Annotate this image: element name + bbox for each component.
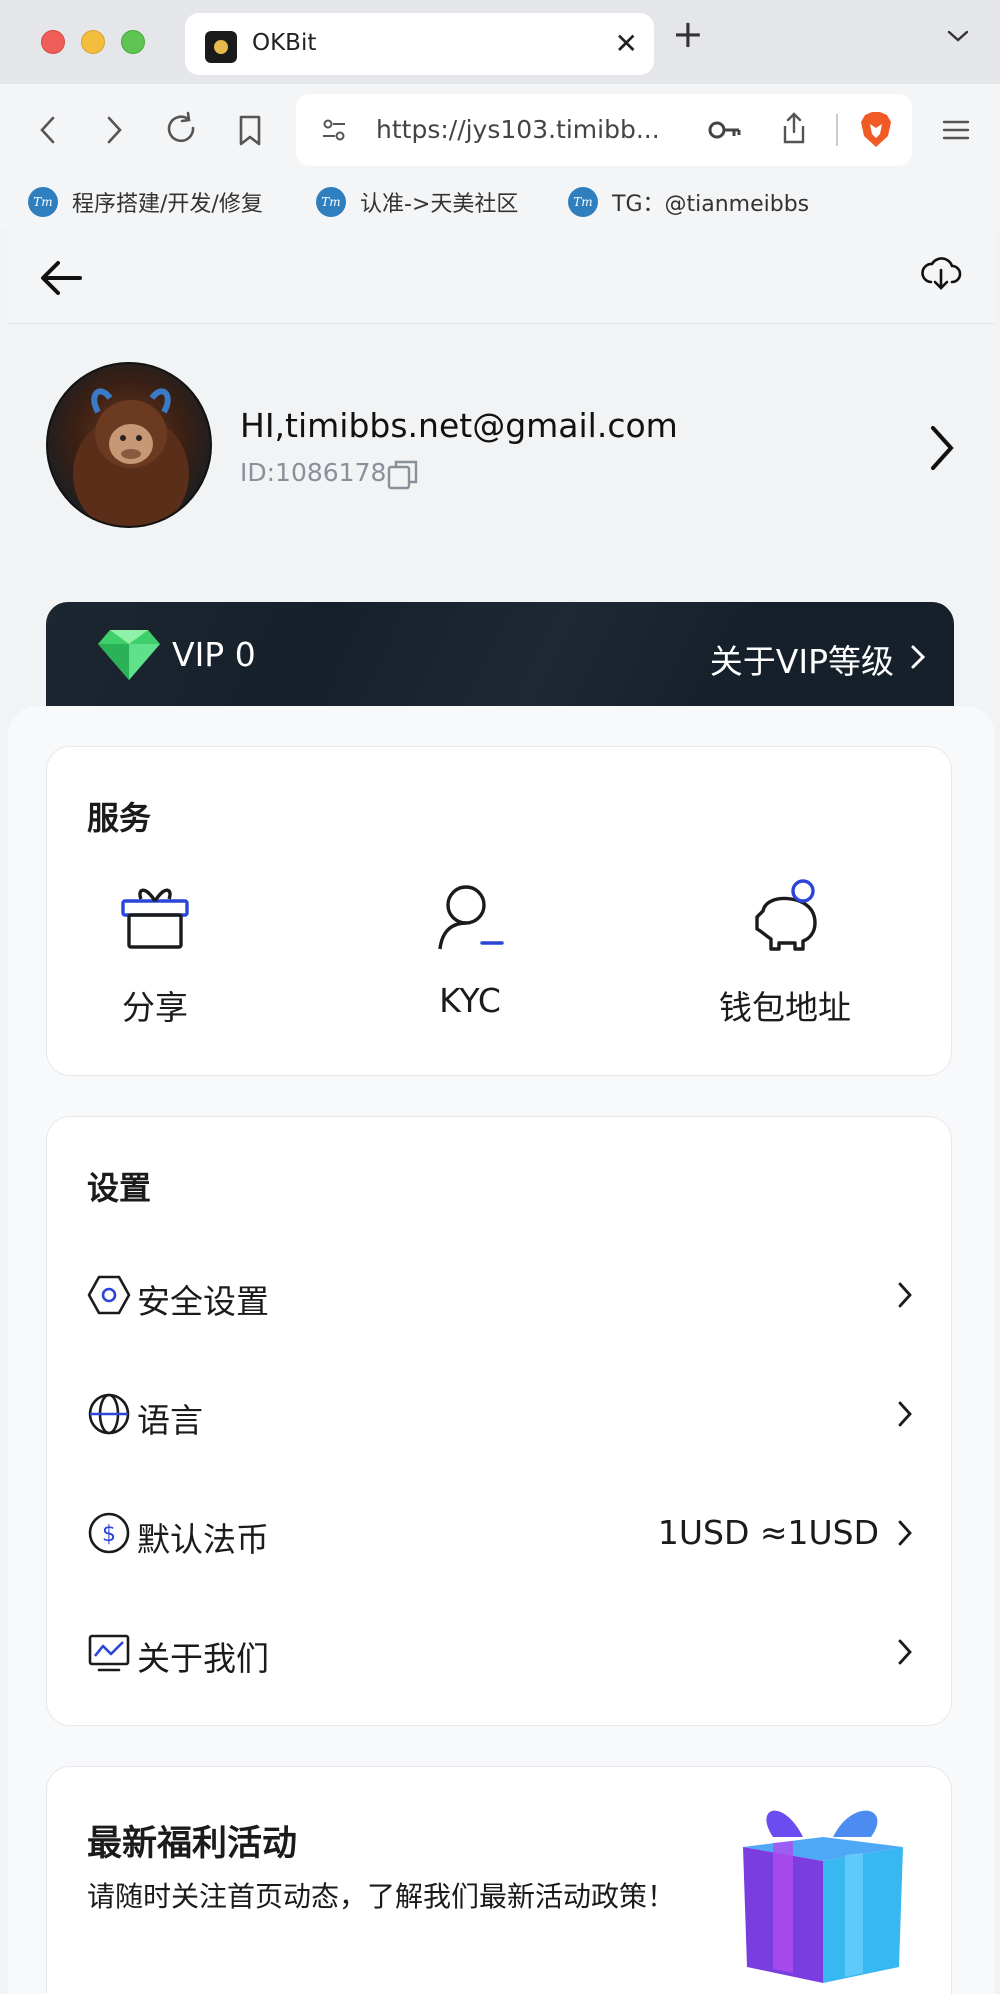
tab-title: OKBit (252, 30, 317, 56)
service-label: 分享 (122, 988, 188, 1027)
bookmarks-bar: Tm 程序搭建/开发/修复 Tm 认准->天美社区 Tm TG：@tianmei… (0, 174, 1000, 230)
monitor-icon (88, 1634, 130, 1672)
chevron-down-icon[interactable] (946, 28, 970, 44)
bookmark-item[interactable]: Tm 程序搭建/开发/修复 (28, 184, 263, 220)
settings-row-about[interactable]: 关于我们 (87, 1622, 913, 1682)
service-wallet-address[interactable]: 钱包地址 (665, 877, 905, 1029)
globe-icon (88, 1393, 130, 1435)
chevron-right-icon (898, 1520, 912, 1546)
bookmark-icon[interactable] (230, 110, 270, 150)
close-window-button[interactable] (41, 30, 65, 54)
service-share[interactable]: 分享 (35, 877, 275, 1029)
browser-tab[interactable]: OKBit ✕ (185, 13, 654, 75)
vip-banner[interactable]: VIP 0 关于VIP等级 (46, 602, 954, 712)
settings-label: 安全设置 (137, 1282, 269, 1321)
app-header (8, 230, 995, 324)
new-tab-button[interactable]: + (672, 12, 704, 56)
promo-card[interactable]: 最新福利活动 请随时关注首页动态，了解我们最新活动政策！ (46, 1766, 952, 1994)
bookmark-label: TG：@tianmeibbs (612, 192, 810, 217)
close-tab-icon[interactable]: ✕ (615, 27, 638, 60)
bookmark-label: 认准->天美社区 (360, 192, 519, 217)
chevron-right-icon[interactable] (910, 644, 926, 670)
promo-subtitle: 请随时关注首页动态，了解我们最新活动政策！ (87, 1880, 676, 1913)
diamond-icon (98, 630, 160, 680)
currency-value: 1USD ≈1USD (657, 1513, 879, 1552)
vip-level: VIP 0 (172, 635, 256, 674)
main-content: 服务 分享 KYC 钱包地址 设置 安全设置 语言 $ 默认法币 1USD ≈1… (8, 706, 995, 1994)
service-label: 钱包地址 (719, 988, 851, 1027)
settings-label: 关于我们 (137, 1639, 269, 1678)
bookmark-favicon-icon: Tm (316, 187, 346, 217)
maximize-window-button[interactable] (121, 30, 145, 54)
download-cloud-icon[interactable] (920, 252, 962, 294)
services-title: 服务 (87, 799, 152, 837)
key-icon[interactable] (708, 116, 742, 144)
vip-info-link[interactable]: 关于VIP等级 (710, 635, 894, 683)
gift-box-icon (743, 1810, 903, 1983)
back-icon[interactable] (28, 110, 68, 150)
bookmark-favicon-icon: Tm (568, 187, 598, 217)
service-label: KYC (439, 981, 501, 1020)
settings-row-language[interactable]: 语言 (87, 1384, 913, 1444)
services-card: 服务 分享 KYC 钱包地址 (46, 746, 952, 1076)
gift-icon (121, 888, 189, 949)
site-settings-icon[interactable] (320, 116, 348, 144)
chevron-right-icon (898, 1282, 912, 1308)
svg-text:$: $ (102, 1522, 116, 1547)
share-icon[interactable] (780, 110, 808, 146)
settings-title: 设置 (87, 1169, 152, 1207)
chevron-right-icon[interactable] (927, 424, 957, 472)
forward-icon[interactable] (94, 110, 134, 150)
settings-card: 设置 安全设置 语言 $ 默认法币 1USD ≈1USD 关于我们 (46, 1116, 952, 1726)
profile-greeting: HI,timibbs.net@gmail.com (240, 406, 678, 445)
brave-lion-icon[interactable] (858, 110, 894, 150)
settings-label: 默认法币 (137, 1520, 269, 1559)
avatar-image (73, 388, 189, 526)
settings-row-currency[interactable]: $ 默认法币 1USD ≈1USD (87, 1503, 913, 1563)
settings-label: 语言 (137, 1401, 203, 1440)
service-kyc[interactable]: KYC (350, 877, 590, 1020)
avatar (46, 362, 212, 528)
promo-title: 最新福利活动 (87, 1824, 298, 1864)
url-divider (836, 114, 838, 146)
browser-toolbar: https://jys103.timibb... (0, 84, 1000, 174)
reload-icon[interactable] (162, 110, 202, 150)
bookmark-label: 程序搭建/开发/修复 (72, 192, 263, 217)
browser-menu-icon[interactable] (936, 110, 976, 150)
dollar-icon: $ (88, 1512, 130, 1554)
back-arrow-icon[interactable] (38, 258, 84, 298)
address-bar[interactable]: https://jys103.timibb... (296, 94, 912, 166)
copy-icon[interactable] (386, 458, 420, 492)
user-icon (438, 885, 504, 950)
browser-titlebar: OKBit ✕ + (0, 0, 1000, 84)
url-text[interactable]: https://jys103.timibb... (376, 115, 660, 144)
chevron-right-icon (898, 1401, 912, 1427)
bookmark-favicon-icon: Tm (28, 187, 58, 217)
shield-hexagon-icon (87, 1275, 131, 1315)
piggy-bank-icon (755, 879, 817, 951)
bookmark-item[interactable]: Tm 认准->天美社区 (316, 184, 518, 220)
settings-row-security[interactable]: 安全设置 (87, 1265, 913, 1325)
chevron-right-icon (898, 1639, 912, 1665)
site-favicon-icon (205, 31, 237, 63)
bookmark-item[interactable]: Tm TG：@tianmeibbs (568, 184, 809, 220)
user-id: ID:1086178 (240, 458, 387, 487)
minimize-window-button[interactable] (81, 30, 105, 54)
